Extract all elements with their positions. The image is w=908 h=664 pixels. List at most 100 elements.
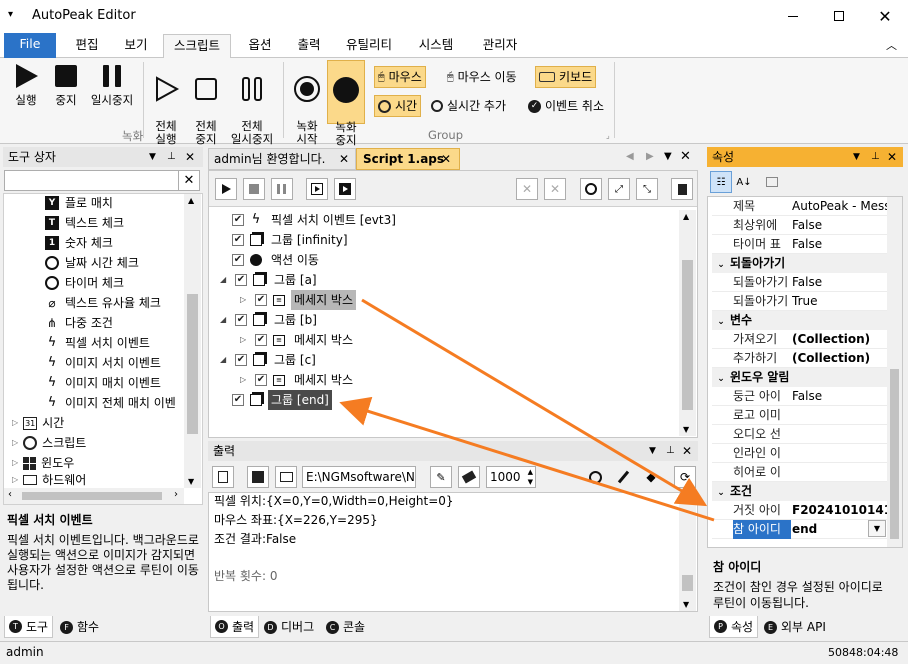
close-panel-icon[interactable]: ✕ — [682, 441, 692, 461]
property-row[interactable]: 가져오기 (Collection) — [712, 330, 887, 349]
category-hardware[interactable]: ▷ 하드웨어 — [12, 473, 86, 487]
editor-trash-button[interactable] — [671, 178, 693, 200]
node-checkbox[interactable]: ✔ — [232, 254, 244, 266]
property-value[interactable]: False — [792, 235, 887, 254]
stop-all-button[interactable]: 전체 중지 — [186, 62, 226, 146]
node-checkbox[interactable]: ✔ — [232, 234, 244, 246]
property-value[interactable]: True — [792, 292, 887, 311]
dropdown-icon[interactable]: ▼ — [649, 441, 656, 461]
tab-scroll-left-icon[interactable]: ◀ — [626, 151, 634, 162]
property-pages-button[interactable] — [761, 171, 783, 193]
pin-icon[interactable]: ⊥ — [871, 147, 880, 167]
toolbox-item[interactable]: 타이머 체크 — [44, 273, 124, 293]
expand-toggle-icon[interactable]: ◢ — [220, 350, 230, 370]
tab-output[interactable]: 출력 — [286, 34, 332, 58]
editor-pause-button[interactable] — [271, 178, 293, 200]
property-row[interactable]: 오디오 선 — [712, 425, 887, 444]
stop-button[interactable]: 중지 — [46, 62, 86, 107]
property-value[interactable]: False — [792, 216, 887, 235]
time-toggle[interactable]: 시간 — [374, 95, 422, 117]
close-button[interactable]: ✕ — [862, 0, 908, 32]
property-value[interactable]: AutoPeak - Messa — [792, 197, 887, 216]
editor-delete2-button[interactable]: ✕ — [544, 178, 566, 200]
tab-options[interactable]: 옵션 — [236, 34, 284, 58]
property-row[interactable]: 참 아이디 end — [712, 520, 887, 539]
output-refresh-button[interactable]: ⟳ — [674, 466, 696, 488]
tree-node[interactable]: ◢ ✔ 그룹 [a] — [220, 270, 320, 290]
tab-tools[interactable]: T 도구 — [4, 616, 54, 638]
property-category[interactable]: ⌄ 되돌아가기 — [712, 254, 887, 273]
expand-toggle-icon[interactable]: ▷ — [240, 330, 250, 350]
tree-node-message-box[interactable]: ▷ ✔ ≡ 메세지 박스 — [240, 290, 357, 310]
property-row[interactable]: 로고 이미 — [712, 406, 887, 425]
tree-node[interactable]: ◢ ✔ 그룹 [c] — [220, 350, 319, 370]
tree-node[interactable]: ✔ 액션 이동 — [232, 250, 322, 270]
output-timer-button[interactable] — [584, 466, 606, 488]
category-window[interactable]: ▷ 윈도우 — [12, 453, 74, 473]
output-count-input[interactable]: 1000 ▲ ▼ — [486, 466, 536, 488]
dialog-launcher-icon[interactable]: ⌟ — [606, 131, 610, 140]
toolbox-item[interactable]: ϟ 이미지 서치 이벤트 — [44, 353, 161, 373]
tab-script-file[interactable]: Script 1.aps ✕ — [356, 148, 460, 170]
cancel-event-button[interactable]: ✓ 이벤트 취소 — [525, 95, 607, 117]
tab-welcome[interactable]: admin님 환영합니다. ✕ — [208, 148, 356, 170]
tab-console[interactable]: C 콘솔 — [322, 616, 369, 638]
expand-toggle-icon[interactable]: ◢ — [220, 270, 230, 290]
run-all-button[interactable]: 전체 실행 — [146, 62, 186, 146]
toolbox-item[interactable]: ⋔ 다중 조건 — [44, 313, 113, 333]
toolbox-hscroll[interactable]: ‹ › — [4, 488, 184, 504]
output-pen-button[interactable] — [612, 466, 634, 488]
node-checkbox[interactable]: ✔ — [235, 314, 247, 326]
editor-delete-button[interactable]: ✕ — [516, 178, 538, 200]
tab-system[interactable]: 시스템 — [406, 34, 466, 58]
output-erase-button[interactable] — [458, 466, 480, 488]
editor-collapse-button[interactable]: ⤡ — [636, 178, 658, 200]
dropdown-icon[interactable]: ▼ — [853, 147, 860, 167]
toolbox-item[interactable]: ⌀ 텍스트 유사율 체크 — [44, 293, 161, 313]
close-document-icon[interactable]: ✕ — [680, 149, 691, 164]
expand-toggle-icon[interactable]: ▷ — [240, 290, 250, 310]
tree-node-message-box[interactable]: ▷ ✔ ≡ 메세지 박스 — [240, 330, 356, 350]
collapse-ribbon-icon[interactable]: ︿ — [886, 37, 897, 53]
property-value[interactable]: F2024101014175 — [792, 501, 887, 520]
tree-node[interactable]: ◢ ✔ 그룹 [b] — [220, 310, 320, 330]
property-row[interactable]: 거짓 아이 F2024101014175 — [712, 501, 887, 520]
toolbox-item[interactable]: Y 플로 매치 — [44, 193, 113, 213]
tab-debug[interactable]: D 디버그 — [260, 616, 318, 638]
toolbox-item[interactable]: 1 숫자 체크 — [44, 233, 113, 253]
maximize-button[interactable] — [816, 0, 862, 32]
toolbox-item[interactable]: ϟ 픽셀 서치 이벤트 — [44, 333, 150, 353]
node-checkbox[interactable]: ✔ — [255, 294, 267, 306]
node-checkbox[interactable]: ✔ — [255, 374, 267, 386]
tree-node[interactable]: ✔ 그룹 [infinity] — [232, 230, 351, 250]
pause-button[interactable]: 일시중지 — [86, 62, 138, 107]
alphabetical-button[interactable]: A↓ — [733, 171, 755, 193]
property-row[interactable]: 제목 AutoPeak - Messa — [712, 197, 887, 216]
run-button[interactable]: 실행 — [6, 62, 46, 107]
property-value[interactable]: False — [792, 273, 887, 292]
dropdown-icon[interactable]: ▼ — [149, 147, 156, 167]
expand-toggle-icon[interactable]: ▷ — [240, 370, 250, 390]
tab-external-api[interactable]: E 외부 API — [760, 616, 830, 638]
toolbox-item[interactable]: T 텍스트 체크 — [44, 213, 124, 233]
output-open-button[interactable] — [275, 466, 297, 488]
tree-node-message-box[interactable]: ▷ ✔ ≡ 메세지 박스 — [240, 370, 356, 390]
pin-icon[interactable]: ⊥ — [666, 441, 675, 461]
close-panel-icon[interactable]: ✕ — [887, 147, 897, 167]
editor-step-button[interactable] — [306, 178, 328, 200]
property-row[interactable]: 타이머 표 False — [712, 235, 887, 254]
value-dropdown-button[interactable]: ▼ — [868, 520, 886, 537]
tab-list-icon[interactable]: ▼ — [664, 151, 672, 162]
record-stop-button[interactable]: 녹화 중지 — [327, 60, 365, 147]
node-checkbox[interactable]: ✔ — [255, 334, 267, 346]
output-save-button[interactable] — [247, 466, 269, 488]
property-row[interactable]: 인라인 이 — [712, 444, 887, 463]
property-row[interactable]: 둥근 아이 False — [712, 387, 887, 406]
property-value[interactable]: False — [792, 387, 887, 406]
property-value[interactable]: (Collection) — [792, 330, 887, 349]
tab-edit[interactable]: 편집 — [62, 34, 112, 58]
toolbox-item[interactable]: 날짜 시간 체크 — [44, 253, 139, 273]
minimize-button[interactable] — [770, 0, 816, 32]
record-start-button[interactable]: 녹화 시작 — [288, 62, 326, 146]
close-tab-icon[interactable]: ✕ — [339, 149, 349, 169]
